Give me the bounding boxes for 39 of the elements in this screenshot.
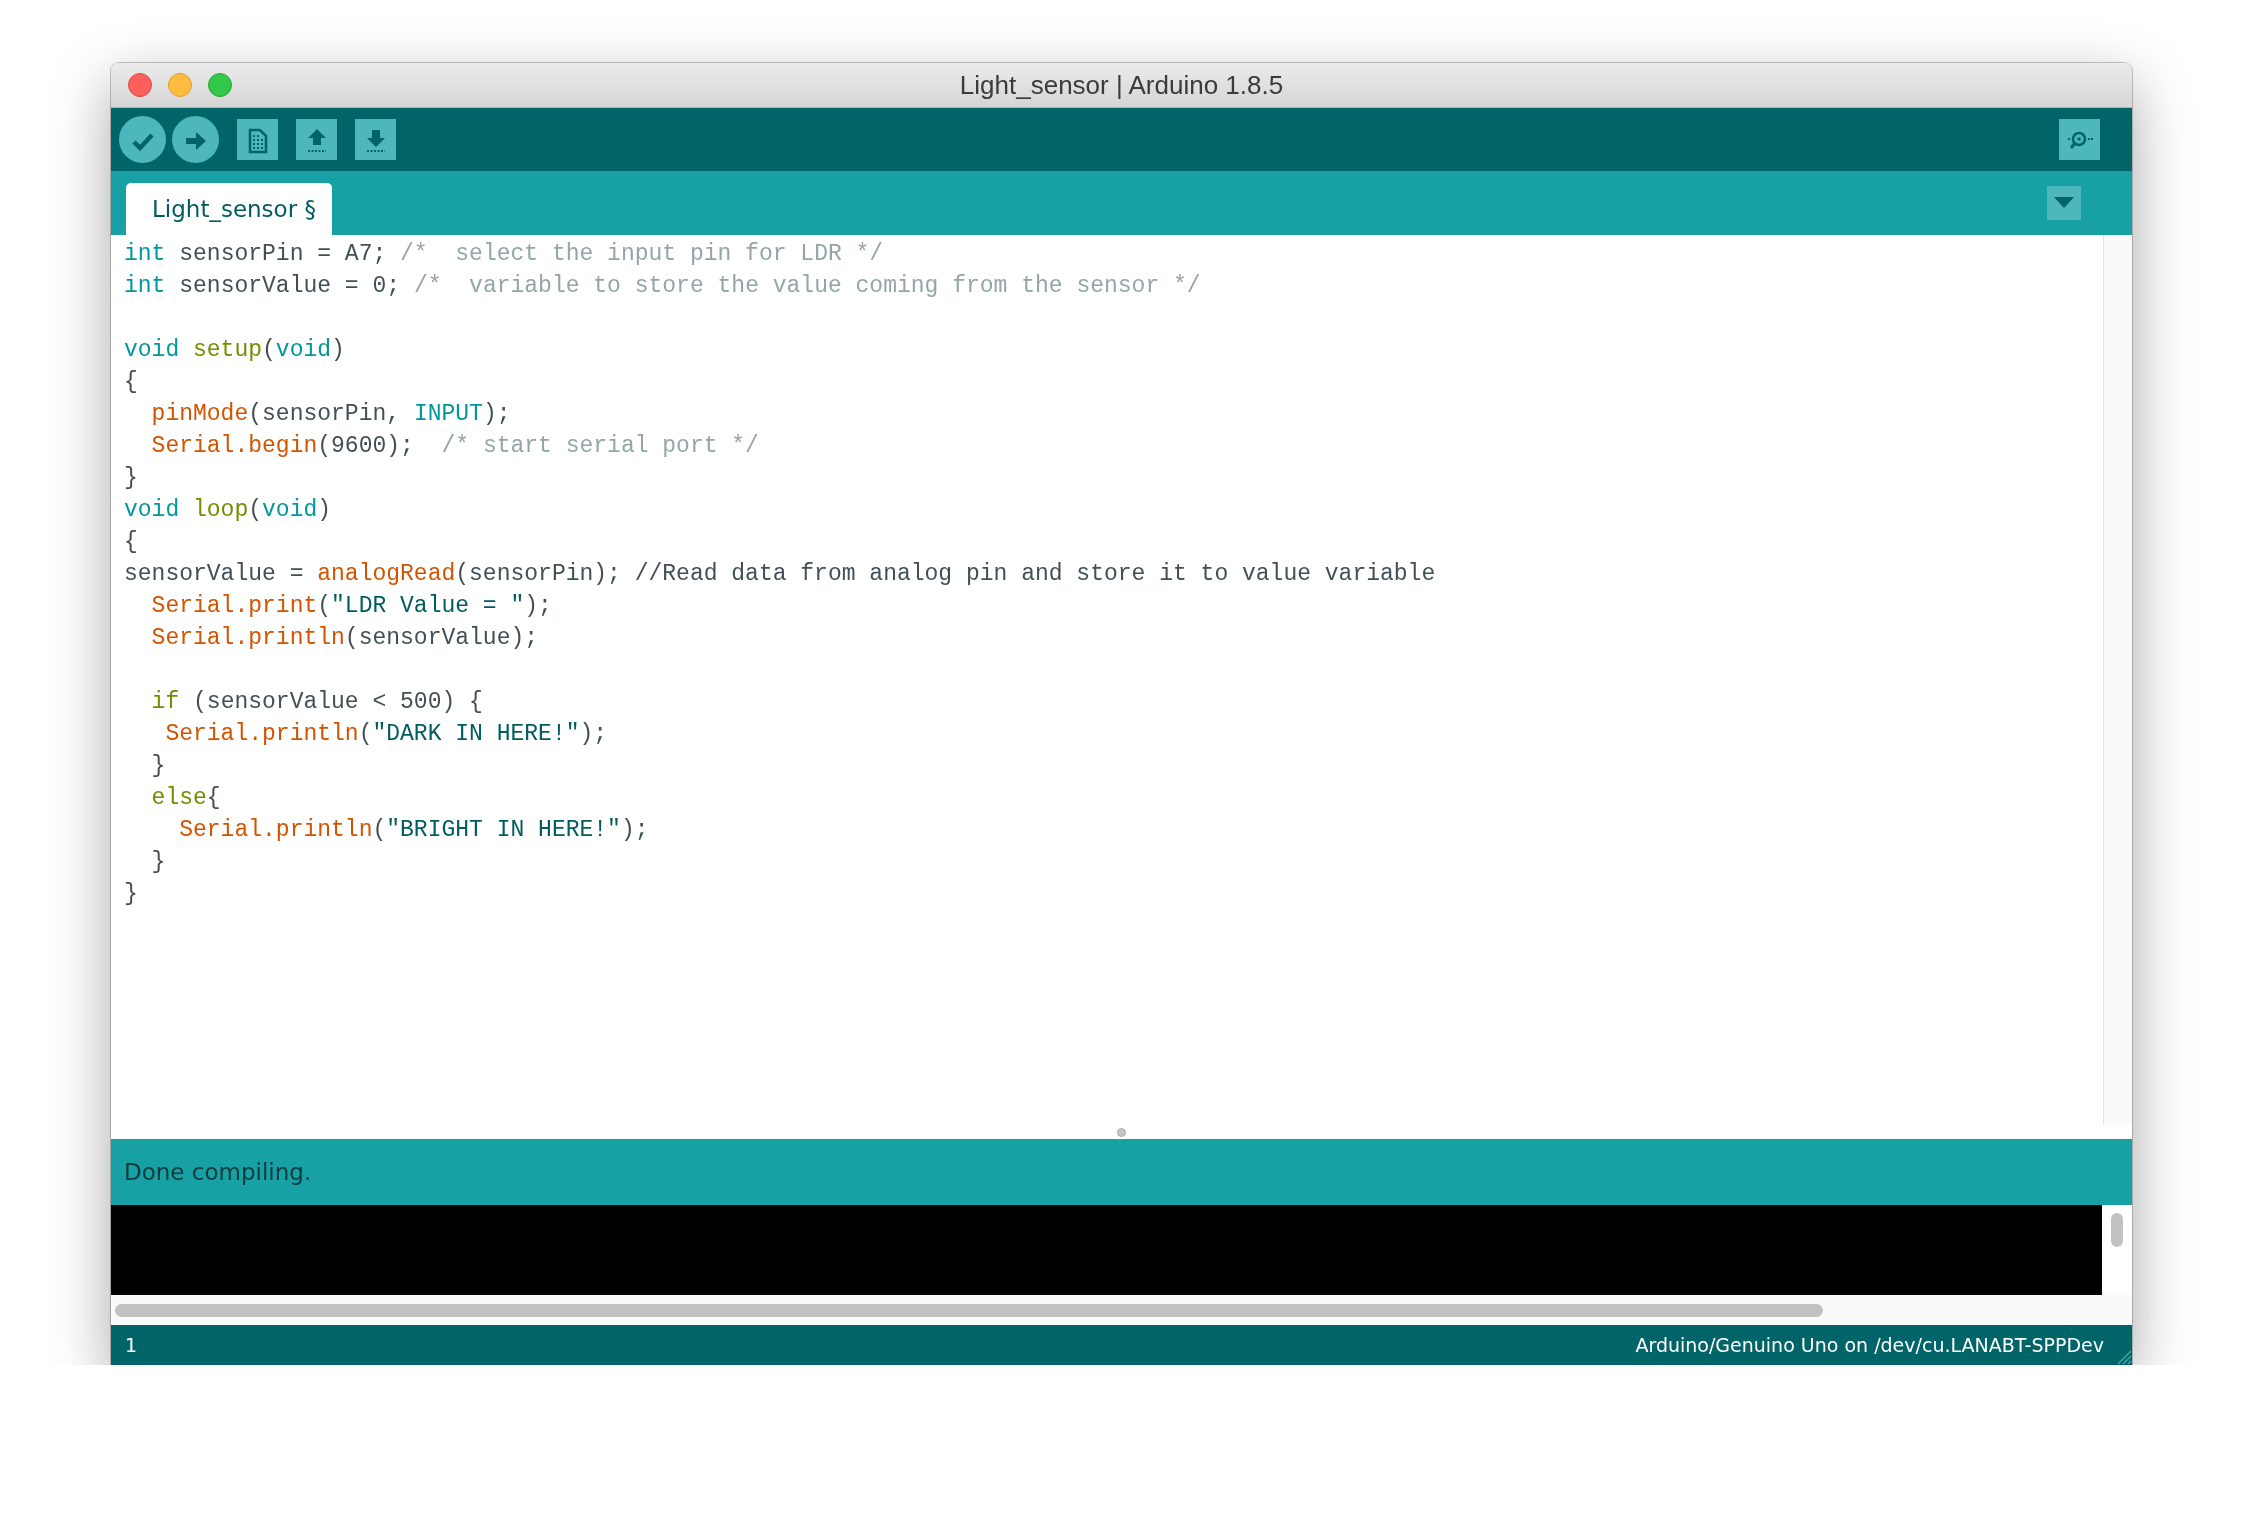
code-line: int sensorPin = A7; /* select the input pin for LDR */: [124, 240, 884, 269]
code-line: Serial.println("DARK IN HERE!");: [164, 720, 608, 749]
caret-icon: [2054, 197, 2074, 209]
resize-grip-icon[interactable]: [2116, 1349, 2132, 1365]
zoom-button[interactable]: [208, 73, 232, 97]
code-line: {: [124, 368, 138, 397]
scrollbar-thumb[interactable]: [2111, 1213, 2123, 1247]
file-tab[interactable]: Light_sensor §: [126, 183, 332, 235]
code-line: pinMode(sensorPin, INPUT);: [150, 400, 511, 429]
code-line: }: [150, 848, 166, 877]
code-line: Serial.print("LDR Value = ");: [150, 592, 552, 621]
code-line: else{: [150, 784, 221, 813]
save-button[interactable]: [355, 119, 396, 160]
code-line: {: [124, 528, 138, 557]
code-line: void setup(void): [124, 336, 345, 365]
scrollbar-thumb[interactable]: [115, 1303, 1823, 1317]
code-line: }: [124, 880, 138, 909]
serial-monitor-button[interactable]: [2059, 119, 2100, 160]
verify-button[interactable]: [119, 116, 166, 163]
code-line: Serial.begin(9600); /* start serial port */: [150, 432, 759, 461]
new-sketch-button[interactable]: [237, 119, 278, 160]
code-line: }: [124, 464, 138, 493]
window-title: Light_sensor | Arduino 1.8.5: [959, 69, 1284, 101]
minimize-button[interactable]: [168, 73, 192, 97]
board-info: Arduino/Genuino Uno on /dev/cu.LANABT-SPPDev: [1635, 1334, 2104, 1356]
upload-button[interactable]: [172, 116, 219, 163]
tab-menu-button[interactable]: [2047, 186, 2081, 220]
code-line: }: [150, 752, 166, 781]
code-line: Serial.println(sensorValue);: [150, 624, 539, 653]
open-button[interactable]: [296, 119, 337, 160]
code-line: if (sensorValue < 500) {: [150, 688, 483, 717]
code-line: sensorValue = analogRead(sensorPin); //Read data from analog pin and store it to value variable: [124, 560, 1436, 589]
status-message: Done compiling.: [124, 1159, 312, 1185]
code-line: void loop(void): [124, 496, 332, 525]
close-button[interactable]: [128, 73, 152, 97]
code-line: int sensorValue = 0; /* variable to store the value coming from the sensor */: [124, 272, 1201, 301]
line-number: 1: [125, 1334, 138, 1356]
code-line: Serial.println("BRIGHT IN HERE!");: [178, 816, 649, 845]
splitter-handle[interactable]: [1117, 1127, 1126, 1137]
